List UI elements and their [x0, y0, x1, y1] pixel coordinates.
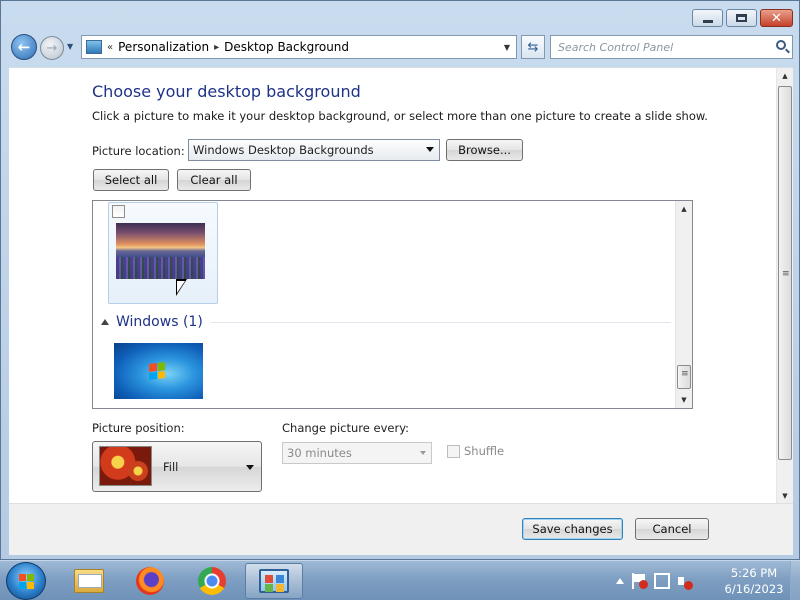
instructions-text: Click a picture to make it your desktop …	[92, 109, 708, 123]
firefox-icon	[136, 567, 164, 595]
minimize-button[interactable]	[692, 9, 723, 27]
windows-logo-icon	[19, 574, 34, 589]
action-center-icon[interactable]	[632, 573, 648, 589]
content-area: Choose your desktop background Click a p…	[9, 67, 793, 504]
scroll-down-icon[interactable]: ▼	[676, 392, 692, 408]
forward-button[interactable]: →	[40, 36, 64, 60]
chevron-down-icon	[246, 465, 254, 470]
shuffle-checkbox[interactable]	[447, 444, 460, 458]
shuffle-label: Shuffle	[464, 444, 505, 458]
breadcrumb-separator-icon[interactable]: ▸	[214, 42, 219, 53]
picture-tile[interactable]	[108, 202, 218, 304]
windows7-thumbnail[interactable]	[114, 343, 203, 399]
scroll-up-icon[interactable]: ▲	[676, 201, 692, 217]
group-divider	[210, 321, 671, 323]
picture-position-select[interactable]: Fill	[92, 441, 262, 492]
interval-value: 30 minutes	[287, 446, 352, 460]
maximize-button[interactable]	[726, 9, 757, 27]
back-button[interactable]: ←	[11, 34, 37, 60]
cancel-button[interactable]: Cancel	[635, 518, 709, 540]
picture-position-value: Fill	[163, 460, 179, 474]
grid-scrollbar[interactable]: ▲ ▼	[675, 201, 692, 408]
search-input[interactable]	[558, 40, 768, 54]
save-changes-button[interactable]: Save changes	[522, 518, 623, 540]
maximize-icon	[736, 14, 747, 22]
windows-logo-icon	[149, 362, 165, 380]
navigation-bar: ← → ▼ « Personalization ▸ Desktop Backgr…	[9, 34, 793, 60]
show-hidden-icons-icon[interactable]	[616, 578, 624, 584]
page-title: Choose your desktop background	[92, 82, 361, 101]
taskbar-firefox[interactable]	[121, 563, 179, 599]
breadcrumb-overflow-icon[interactable]: «	[107, 42, 113, 53]
taskbar-control-panel[interactable]	[245, 563, 303, 599]
mouse-cursor-icon	[176, 279, 187, 296]
refresh-button[interactable]: ⇆	[521, 35, 545, 59]
show-desktop-button[interactable]	[790, 561, 800, 600]
scroll-down-icon[interactable]: ▼	[777, 488, 793, 504]
select-all-button[interactable]: Select all	[93, 169, 169, 191]
footer-bar: Save changes Cancel	[9, 503, 793, 555]
chevron-down-icon	[420, 451, 426, 455]
scrollbar-thumb[interactable]	[677, 365, 691, 389]
shuffle-option[interactable]: Shuffle	[447, 444, 504, 458]
clock-date: 6/16/2023	[724, 582, 784, 596]
close-icon: ✕	[771, 10, 782, 26]
search-icon[interactable]	[776, 40, 786, 50]
group-title: Windows (1)	[116, 314, 203, 330]
group-header-windows[interactable]: Windows (1)	[101, 312, 671, 332]
back-arrow-icon: ←	[17, 38, 31, 56]
picture-grid: Windows (1) ▲ ▼	[92, 200, 693, 409]
address-dropdown-icon[interactable]: ▼	[504, 43, 510, 52]
taskbar-windows-explorer[interactable]	[60, 563, 118, 599]
notification-area	[616, 567, 694, 595]
address-bar[interactable]: « Personalization ▸ Desktop Background ▼	[81, 35, 517, 59]
start-button[interactable]	[6, 562, 46, 600]
minimize-icon	[702, 19, 713, 23]
forward-arrow-icon: →	[46, 40, 58, 56]
folder-icon	[74, 569, 104, 593]
picture-location-select[interactable]: Windows Desktop Backgrounds	[188, 139, 440, 161]
collapse-arrow-icon[interactable]	[101, 319, 109, 325]
lake-sunset-thumbnail[interactable]	[116, 223, 205, 279]
caption-buttons: ✕	[692, 9, 793, 27]
change-picture-label: Change picture every:	[282, 421, 410, 435]
recent-pages-dropdown[interactable]: ▼	[67, 42, 77, 52]
browse-button[interactable]: Browse...	[446, 139, 523, 161]
breadcrumb-desktop-background[interactable]: Desktop Background	[224, 40, 349, 54]
picture-position-label: Picture position:	[92, 421, 185, 435]
picture-location-value: Windows Desktop Backgrounds	[193, 143, 374, 157]
scroll-up-icon[interactable]: ▲	[777, 68, 793, 84]
system-clock[interactable]: 5:26 PM 6/16/2023	[714, 565, 794, 597]
clear-all-button[interactable]: Clear all	[177, 169, 251, 191]
taskbar-chrome[interactable]	[183, 563, 241, 599]
close-button[interactable]: ✕	[760, 9, 793, 27]
control-panel-window: ✕ ← → ▼ « Personalization ▸ Desktop Back…	[0, 0, 800, 560]
breadcrumb-personalization[interactable]: Personalization	[118, 40, 209, 54]
chevron-down-icon	[426, 147, 434, 152]
control-panel-icon	[86, 40, 102, 54]
clock-time: 5:26 PM	[730, 566, 778, 580]
picture-location-label: Picture location:	[92, 144, 185, 158]
volume-muted-icon[interactable]	[678, 573, 694, 590]
network-icon[interactable]	[654, 573, 670, 589]
interval-select[interactable]: 30 minutes	[282, 442, 432, 464]
flower-wallpaper-thumbnail	[99, 446, 152, 486]
refresh-icon: ⇆	[527, 39, 539, 55]
picture-checkbox[interactable]	[112, 205, 125, 218]
search-box[interactable]	[550, 35, 793, 59]
chrome-icon	[198, 567, 226, 595]
content-scrollbar[interactable]: ▲ ▼	[776, 68, 793, 504]
taskbar: 5:26 PM 6/16/2023	[0, 560, 800, 600]
scrollbar-thumb[interactable]	[778, 86, 792, 460]
control-panel-icon	[259, 569, 289, 593]
